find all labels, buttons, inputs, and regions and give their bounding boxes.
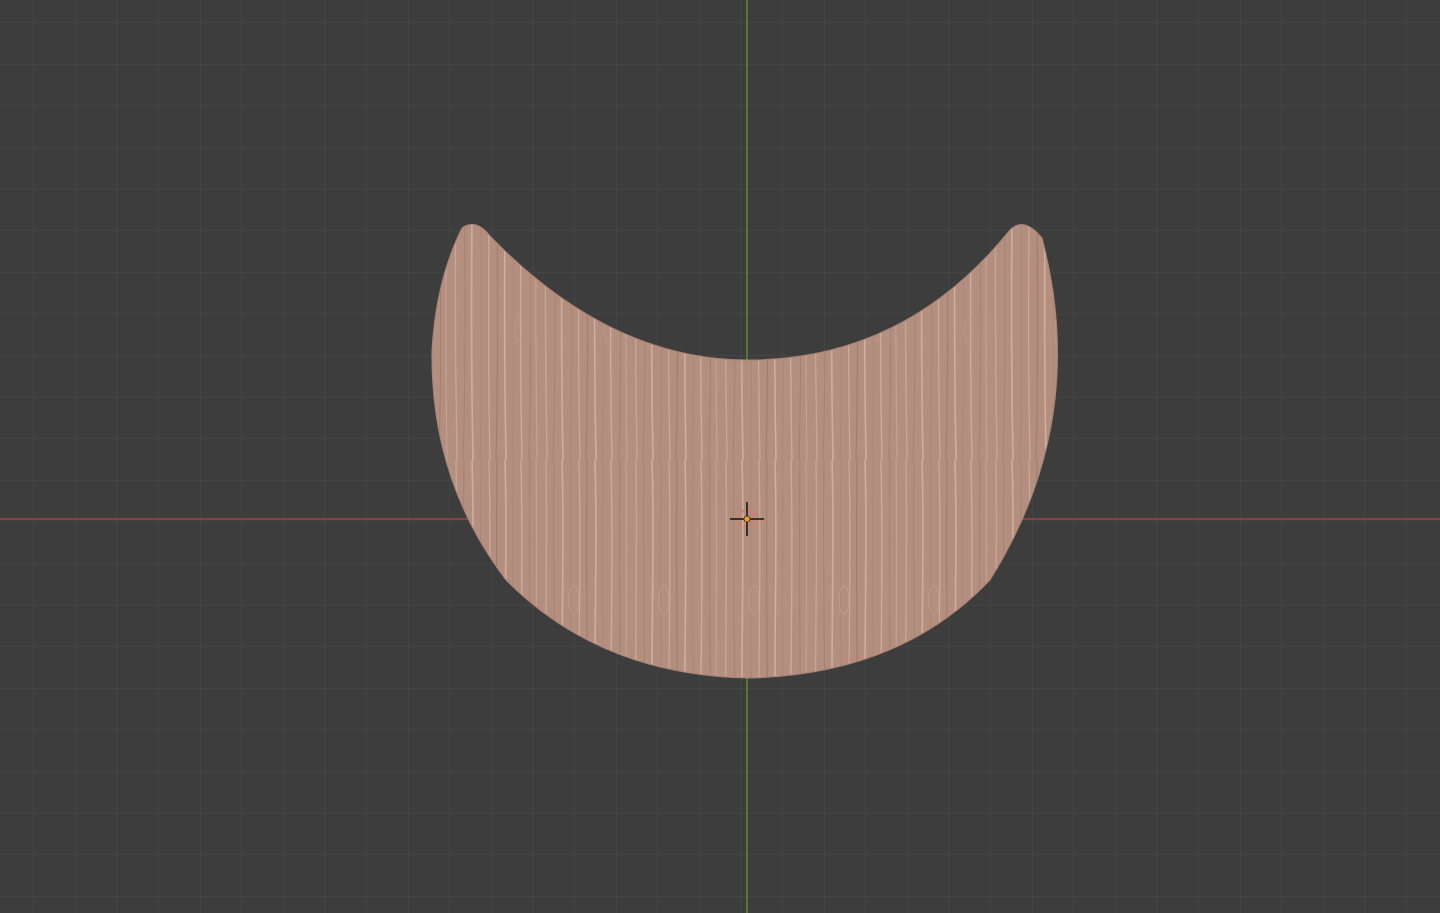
viewport-canvas[interactable] [0,0,1440,913]
object-origin-dot [743,515,751,523]
3d-viewport[interactable] [0,0,1440,913]
